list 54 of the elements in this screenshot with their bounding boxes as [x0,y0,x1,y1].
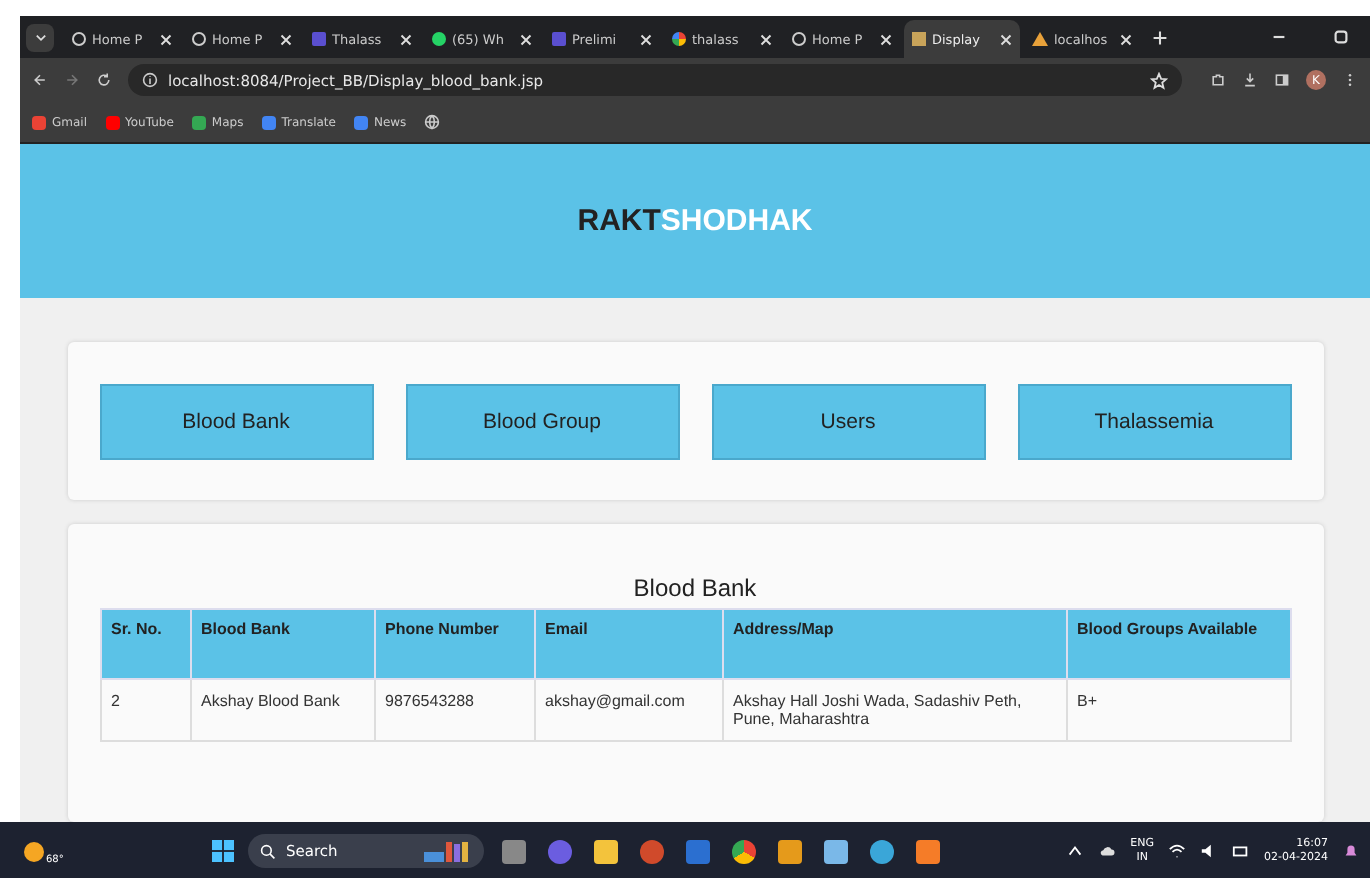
download-icon[interactable] [1242,72,1258,88]
chevron-down-icon [33,30,47,44]
square-icon [552,32,566,46]
circle-icon [672,32,686,46]
table-cell: akshay@gmail.com [534,679,722,741]
table-cell: 9876543288 [374,679,534,741]
star-icon[interactable] [1150,71,1168,89]
wifi-icon[interactable] [1168,842,1187,860]
battery-icon[interactable] [1232,842,1251,860]
close-icon[interactable] [1120,33,1132,45]
nav-button[interactable]: Blood Group [405,383,679,459]
start-icon[interactable] [212,840,234,862]
close-icon[interactable] [640,33,652,45]
table-cell: Akshay Blood Bank [190,679,374,741]
globe-icon [792,32,806,46]
table-title: Blood Bank [631,574,759,602]
column-header: Phone Number [374,609,534,679]
table-cell: B+ [1066,679,1290,741]
globe-icon [72,32,86,46]
column-header: Blood Bank [190,609,374,679]
info-icon[interactable] [142,72,158,88]
column-header: Email [534,609,722,679]
search-icon [260,843,276,859]
close-icon[interactable] [280,33,292,45]
nav-button[interactable]: Blood Bank [99,383,373,459]
table-cell: Akshay Hall Joshi Wada, Sadashiv Peth, Pune, Maharashtra [722,679,1066,741]
close-icon[interactable] [880,33,892,45]
column-header: Sr. No. [100,609,190,679]
close-icon[interactable] [1000,33,1012,45]
square-icon [312,32,326,46]
globe-icon [192,32,206,46]
close-icon[interactable] [400,33,412,45]
back-icon[interactable] [32,72,48,88]
globe-icon[interactable] [424,114,441,130]
reload-icon[interactable] [96,72,112,88]
close-icon[interactable] [160,33,172,45]
restore-icon[interactable] [1332,28,1350,46]
nav-button[interactable]: Thalassemia [1017,383,1291,459]
chevron-up-icon[interactable] [1066,842,1085,860]
brand-logo: RAKTSHODHAK [577,204,813,238]
column-header: Blood Groups Available [1066,609,1290,679]
books-icon [420,839,472,863]
close-icon[interactable] [520,33,532,45]
new-tab-icon[interactable] [1152,29,1168,45]
sidebar-icon[interactable] [1274,72,1290,88]
close-icon[interactable] [760,33,772,45]
nav-button[interactable]: Users [711,383,985,459]
weather-icon [24,841,44,861]
column-header: Address/Map [722,609,1066,679]
forward-icon[interactable] [64,72,80,88]
table-cell: 2 [100,679,190,741]
cloud-icon[interactable] [1098,842,1117,860]
tab-search-button[interactable] [26,23,54,51]
bell-icon[interactable] [1342,842,1360,860]
